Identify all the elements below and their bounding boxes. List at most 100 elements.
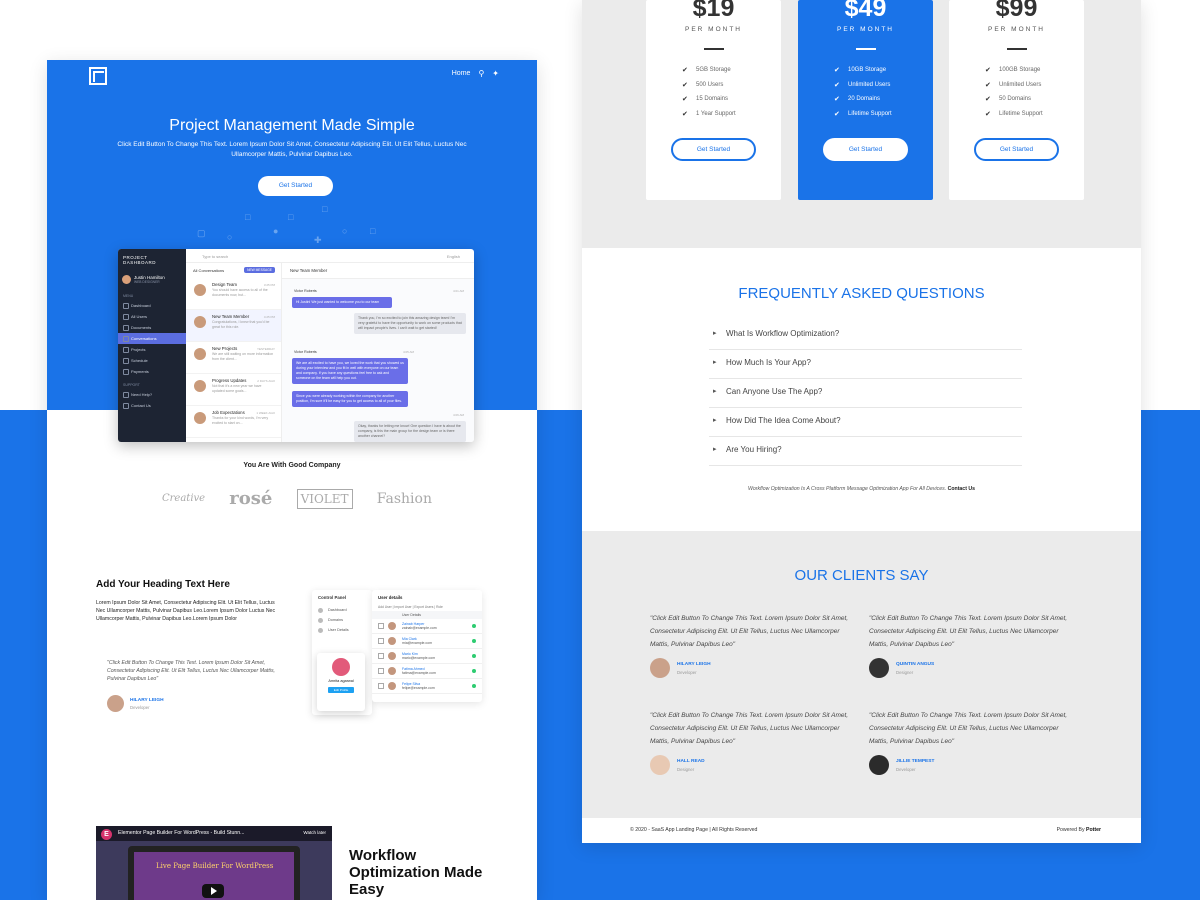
user-details-card: User details Add User | Import User | Ex… <box>372 590 482 702</box>
faq-item[interactable]: Can Anyone Use The App? <box>709 379 1022 408</box>
pricing-card-basic: $19 PER MONTH 5GB Storage 500 Users 15 D… <box>646 0 781 200</box>
hero-text: Click Edit Button To Change This Text. L… <box>117 141 467 158</box>
video-embed[interactable]: Live Page Builder For WordPress E Elemen… <box>96 826 332 900</box>
avatar <box>107 695 124 712</box>
message-time: 4:06 AM <box>452 413 464 417</box>
search-icon[interactable]: ⚲ <box>478 69 484 78</box>
sidebar-item-dashboard[interactable]: Dashboard <box>118 300 186 311</box>
table-row[interactable]: Mario Kim mario@example.com <box>372 649 482 664</box>
avatar <box>869 658 889 678</box>
list-item[interactable]: Progress Updates Not that it's a new yea… <box>186 374 281 406</box>
author-role: Developer <box>130 705 150 710</box>
video-title[interactable]: Elementor Page Builder For WordPress - B… <box>118 830 244 836</box>
watch-later-button[interactable]: Watch later <box>303 830 326 835</box>
plan-period: PER MONTH <box>988 26 1045 33</box>
twitter-icon[interactable]: ✦ <box>492 69 499 78</box>
faq-note-text: Workflow Optimization Is A Cross Platfor… <box>748 486 947 492</box>
video-screen-text: Live Page Builder For WordPress <box>156 862 274 870</box>
feature-heading: Add Your Heading Text Here <box>96 579 230 590</box>
user-email: mario@example.com <box>402 656 436 660</box>
workflow-heading: Workflow Optimization Made Easy <box>349 847 483 898</box>
logo-rose: rosé <box>229 488 273 509</box>
dashboard-mockup: PROJECT DASHBOARD Justin Hamilton WEB DE… <box>118 249 474 442</box>
list-item[interactable]: New Team Member Congratulations, I knew … <box>186 310 281 342</box>
table-row[interactable]: Zainab Harper zainab@example.com <box>372 619 482 634</box>
nav-home[interactable]: Home <box>452 70 471 77</box>
divider <box>855 48 876 50</box>
plan-price: $99 <box>995 0 1038 22</box>
status-dot <box>472 684 476 688</box>
table-row[interactable]: Felipe Silva felipe@example.com <box>372 679 482 694</box>
message-time: 4:05 AM <box>402 350 414 354</box>
cp-item-user-details[interactable]: User Details <box>312 625 372 635</box>
logo-icon[interactable] <box>89 67 107 85</box>
feature-item: 15 Domains <box>682 95 781 111</box>
new-message-button[interactable]: NEW MESSAGE <box>244 267 275 273</box>
sidebar-item-conversations[interactable]: Conversations <box>118 333 186 344</box>
sidebar-item-schedule[interactable]: Schedule <box>118 355 186 366</box>
profile-name: Amrita agarwal <box>328 679 354 683</box>
testimonial-name: HALL READ <box>677 759 705 764</box>
testimonial-quote: "Click Edit Button To Change This Text. … <box>869 712 1068 745</box>
user-details-tabs[interactable]: Add User | Import User | Export Users | … <box>372 605 482 609</box>
feature-item: 500 Users <box>682 81 781 97</box>
footer-copyright: © 2020 - SaaS App Landing Page | All Rig… <box>630 827 758 833</box>
get-started-button[interactable]: Get Started <box>671 138 756 162</box>
list-item[interactable]: Design Team You should have access to al… <box>186 278 281 310</box>
chat-message: Okay, thanks for letting me know! One qu… <box>354 421 466 442</box>
testimonial-role: Designer <box>896 670 914 675</box>
conversation-preview: Thanks for your kind words, I'm very exc… <box>212 416 269 425</box>
hero-title: Project Management Made Simple <box>169 117 415 134</box>
contact-us-link[interactable]: Contact Us <box>948 486 975 492</box>
faq-item[interactable]: What Is Workflow Optimization? <box>709 321 1022 350</box>
conversation-time: YESTERDAY <box>257 347 275 351</box>
conversation-time: 1 WEEK AGO <box>256 411 275 415</box>
sidebar-item-documents[interactable]: Documents <box>118 322 186 333</box>
get-started-button[interactable]: Get Started <box>823 138 908 162</box>
faq-item[interactable]: Are You Hiring? <box>709 437 1022 466</box>
chat-message: We are all excited to have you, we loved… <box>292 358 408 384</box>
list-item[interactable]: New Projects We are still waiting on mor… <box>186 342 281 374</box>
user-role: WEB DESIGNER <box>134 280 160 284</box>
testimonial-name: JILLIE TEMPEST <box>896 759 935 764</box>
table-row[interactable]: Mia Clark mia@example.com <box>372 634 482 649</box>
user-email: mia@example.com <box>402 641 433 645</box>
chat-icon: ○ <box>342 226 348 236</box>
image-icon: ▢ <box>197 228 206 238</box>
conversation-time: 4:25 PM <box>263 315 275 319</box>
feature-item: 20 Domains <box>834 95 933 111</box>
chat-message: Hi Justin! We just wanted to welcome you… <box>292 297 392 308</box>
play-icon[interactable] <box>202 884 224 898</box>
list-item[interactable]: Job Expectations Thanks for your kind wo… <box>186 406 281 438</box>
faq-item[interactable]: How Much Is Your App? <box>709 350 1022 379</box>
testimonial-quote: "Click Edit Button To Change This Text. … <box>869 615 1068 648</box>
clients-section: OUR CLIENTS SAY "Click Edit Button To Ch… <box>582 531 1141 818</box>
sidebar-item-projects[interactable]: Projects <box>118 344 186 355</box>
cp-item-domains[interactable]: Domains <box>312 615 372 625</box>
hero-get-started-button[interactable]: Get Started <box>258 176 333 196</box>
pricing-card-premium: $99 PER MONTH 100GB Storage Unlimited Us… <box>949 0 1084 200</box>
divider <box>703 48 724 50</box>
list-header-label: All Conversations <box>193 268 225 273</box>
sidebar-item-contact-us[interactable]: Contact Us <box>118 400 186 411</box>
edit-profile-button[interactable]: Edit Profile <box>328 687 354 693</box>
faq-item[interactable]: How Did The Idea Come About? <box>709 408 1022 437</box>
cp-item-dashboard[interactable]: Dashboard <box>312 605 372 615</box>
feature-text: Lorem Ipsum Dolor Sit Amet, Consectetur … <box>96 600 276 622</box>
profile-card: Amrita agarwal Edit Profile <box>317 653 365 711</box>
dashboard-search[interactable]: Type to search English <box>186 249 474 263</box>
language-select[interactable]: English <box>447 254 460 259</box>
footer-powered: Powered By Potter <box>1057 827 1101 833</box>
testimonial-name: HILARY LEIGH <box>677 662 711 667</box>
avatar <box>650 658 670 678</box>
sidebar-item-need-help[interactable]: Need Help? <box>118 389 186 400</box>
sidebar-item-all-users[interactable]: All Users <box>118 311 186 322</box>
sidebar-item-payments[interactable]: Payments <box>118 366 186 377</box>
get-started-button[interactable]: Get Started <box>974 138 1059 162</box>
table-row[interactable]: Fatima Ahmed fatima@example.com <box>372 664 482 679</box>
list-header: All Conversations NEW MESSAGE <box>186 263 281 278</box>
plan-price: $49 <box>844 0 887 22</box>
feature-item: Unlimited Users <box>985 81 1084 97</box>
powered-by-link[interactable]: Potter <box>1086 827 1101 833</box>
feature-item: Lifetime Support <box>834 110 933 126</box>
